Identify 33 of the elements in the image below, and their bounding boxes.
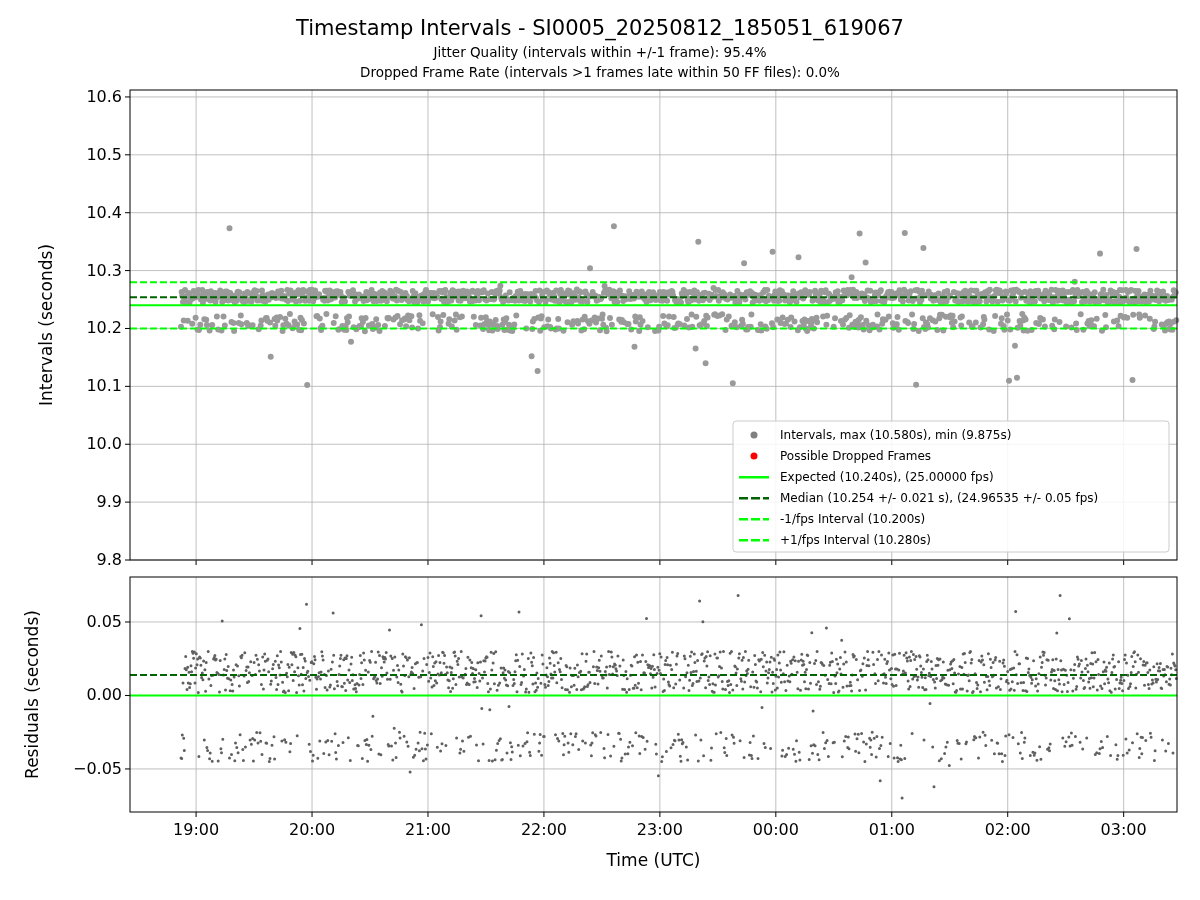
x-tick-label: 21:00 <box>404 820 452 839</box>
x-tick-label: 23:00 <box>636 820 683 839</box>
y-tick-label: 9.9 <box>96 492 122 512</box>
x-tick-label: 02:00 <box>984 820 1031 839</box>
y-tick-label: 0.00 <box>86 685 122 705</box>
legend-label: Intervals, max (10.580s), min (9.875s) <box>780 428 1012 442</box>
y-tick-label: 10.1 <box>86 376 122 396</box>
y-tick-label: 9.8 <box>96 550 122 569</box>
x-tick-label: 00:00 <box>752 820 799 839</box>
y-tick-label: 0.05 <box>86 611 122 631</box>
legend-label: Median (10.254 +/- 0.021 s), (24.96535 +/- 0.05 fps) <box>780 491 1099 505</box>
y-tick-label: −0.05 <box>72 758 122 778</box>
legend-label: Expected (10.240s), (25.00000 fps) <box>780 470 994 484</box>
x-tick-label: 22:00 <box>520 820 567 839</box>
y-tick-label: 10.3 <box>86 260 122 280</box>
y-axis-label: Intervals (seconds) <box>36 243 56 407</box>
y-tick-label: 10.6 <box>86 86 122 106</box>
x-tick-label: 03:00 <box>1100 820 1147 839</box>
x-axis-label: Time (UTC) <box>606 850 701 870</box>
y-tick-label: 10.0 <box>86 434 122 454</box>
legend-label: Possible Dropped Frames <box>780 449 932 463</box>
chart-subtitle: Jitter Quality (intervals within +/-1 frame): 95.4% <box>433 43 767 62</box>
x-tick-label: 01:00 <box>868 820 915 839</box>
y-axis-label: Residuals (seconds) <box>22 610 42 779</box>
y-tick-label: 10.5 <box>86 144 122 164</box>
chart-subtitle: Dropped Frame Rate (intervals >1 frames late within 50 FF files): 0.0% <box>360 63 840 82</box>
y-tick-label: 10.2 <box>86 318 122 338</box>
y-tick-label: 10.4 <box>86 202 122 222</box>
x-tick-label: 19:00 <box>173 820 220 839</box>
legend-label: -1/fps Interval (10.200s) <box>780 512 926 526</box>
x-tick-label: 20:00 <box>289 820 336 839</box>
legend-label: +1/fps Interval (10.280s) <box>780 533 931 547</box>
chart-title: Timestamp Intervals - SI0005_20250812_185051_619067 <box>296 15 904 42</box>
